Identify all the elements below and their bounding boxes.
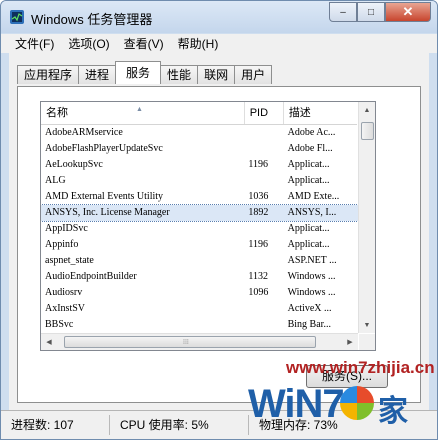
- table-row[interactable]: AeLookupSvc 1196 Applicat...: [41, 157, 358, 173]
- cell-pid: [244, 317, 283, 333]
- scroll-down-icon[interactable]: ▼: [359, 317, 375, 333]
- cell-name: Audiosrv: [45, 287, 83, 298]
- vertical-scroll-thumb[interactable]: [361, 122, 374, 140]
- title-bar[interactable]: Windows 任务管理器 – □ ✕: [1, 1, 437, 33]
- list-header: ▲ 名称 PID 描述: [41, 102, 357, 125]
- task-manager-window: Windows 任务管理器 – □ ✕ 文件(F) 选项(O) 查看(V) 帮助…: [0, 0, 438, 440]
- services-button[interactable]: 服务(S)...: [306, 365, 388, 388]
- cell-pid: 1132: [248, 271, 269, 282]
- minimize-button[interactable]: –: [329, 2, 357, 22]
- table-row[interactable]: ANSYS, Inc. License Manager 1892 ANSYS, I.…: [41, 204, 359, 222]
- scroll-up-icon[interactable]: ▲: [359, 102, 375, 118]
- cell-description: Bing Bar...: [287, 319, 331, 330]
- window-title: Windows 任务管理器: [31, 12, 153, 27]
- menu-view[interactable]: 查看(V): [124, 35, 164, 52]
- tab-performance[interactable]: 性能: [160, 65, 199, 84]
- cell-name: ALG: [45, 175, 66, 186]
- task-manager-icon: [10, 10, 24, 24]
- cell-pid: [244, 125, 283, 141]
- table-row[interactable]: AxInstSV ActiveX ...: [41, 301, 358, 317]
- table-row[interactable]: aspnet_state ASP.NET ...: [41, 253, 358, 269]
- sort-ascending-icon: ▲: [136, 106, 143, 113]
- minimize-icon: –: [340, 6, 346, 18]
- cell-description: Applicat...: [287, 159, 330, 170]
- status-memory: 物理内存: 73%: [259, 418, 338, 432]
- service-rows: AdobeARMservice Adobe Ac... AdobeFlashPlay…: [41, 125, 359, 349]
- menu-help[interactable]: 帮助(H): [178, 35, 219, 52]
- scroll-left-icon[interactable]: ◀: [41, 334, 57, 350]
- cell-pid: 1096: [248, 287, 269, 298]
- status-processes: 进程数: 107: [1, 415, 110, 435]
- horizontal-scroll-thumb[interactable]: ⁞⁞⁞: [64, 336, 316, 348]
- scroll-right-icon[interactable]: ▶: [342, 334, 358, 350]
- column-header-name[interactable]: ▲ 名称: [41, 102, 245, 124]
- scroll-corner: [359, 334, 375, 350]
- cell-name: AxInstSV: [45, 303, 86, 314]
- cell-name: AppIDSvc: [45, 223, 88, 234]
- menu-bar: 文件(F) 选项(O) 查看(V) 帮助(H): [1, 34, 437, 53]
- services-panel: ▲ 名称 PID 描述 AdobeARMservice Adobe Ac... Ad…: [17, 86, 421, 403]
- cell-name: AdobeARMservice: [45, 127, 123, 138]
- horizontal-scrollbar[interactable]: ◀ ⁞⁞⁞ ▶: [41, 333, 358, 350]
- cell-description: Applicat...: [287, 223, 330, 234]
- tab-processes[interactable]: 进程: [78, 65, 117, 84]
- cell-description: Applicat...: [287, 175, 330, 186]
- cell-description: Adobe Ac...: [287, 127, 336, 138]
- menu-file[interactable]: 文件(F): [15, 35, 54, 52]
- cell-pid: 1196: [248, 239, 269, 250]
- table-row[interactable]: Appinfo 1196 Applicat...: [41, 237, 358, 253]
- cell-description: Adobe Fl...: [287, 143, 333, 154]
- cell-description: AMD Exte...: [287, 191, 340, 202]
- column-header-description[interactable]: 描述: [284, 102, 357, 124]
- cell-pid: 1892: [248, 207, 269, 218]
- cell-pid: [244, 141, 283, 157]
- tab-applications[interactable]: 应用程序: [17, 65, 80, 84]
- table-row[interactable]: ALG Applicat...: [41, 173, 358, 189]
- main-area: 应用程序 进程 服务 性能 联网 用户 ▲ 名称 PID 描述 AdobeARM…: [9, 53, 429, 411]
- table-row[interactable]: AppIDSvc Applicat...: [41, 221, 358, 237]
- cell-pid: [244, 301, 283, 317]
- cell-name: BBSvc: [45, 319, 74, 330]
- tab-services[interactable]: 服务: [115, 61, 162, 84]
- cell-pid: 1036: [248, 191, 269, 202]
- table-row[interactable]: AdobeARMservice Adobe Ac...: [41, 125, 358, 141]
- cell-pid: [244, 253, 283, 269]
- close-button[interactable]: ✕: [385, 2, 431, 22]
- menu-options[interactable]: 选项(O): [68, 35, 109, 52]
- cell-pid: [244, 221, 283, 237]
- services-list[interactable]: ▲ 名称 PID 描述 AdobeARMservice Adobe Ac... Ad…: [40, 101, 376, 351]
- cell-name: aspnet_state: [45, 255, 94, 266]
- cell-name: ANSYS, Inc. License Manager: [45, 207, 170, 218]
- table-row[interactable]: BBSvc Bing Bar...: [41, 317, 358, 333]
- cell-name: AeLookupSvc: [45, 159, 103, 170]
- tab-strip: 应用程序 进程 服务 性能 联网 用户: [17, 61, 273, 84]
- status-cpu: CPU 使用率: 5%: [110, 415, 249, 435]
- tab-users[interactable]: 用户: [234, 65, 273, 84]
- maximize-button[interactable]: □: [357, 2, 385, 22]
- tab-networking[interactable]: 联网: [197, 65, 236, 84]
- status-bar: 进程数: 107 CPU 使用率: 5% 物理内存: 73%: [1, 410, 437, 439]
- cell-name: AdobeFlashPlayerUpdateSvc: [45, 143, 163, 154]
- cell-description: ANSYS, I...: [287, 207, 337, 218]
- cell-pid: [244, 173, 283, 189]
- cell-name: AMD External Events Utility: [45, 191, 164, 202]
- vertical-scrollbar[interactable]: ▲ ▼: [358, 102, 375, 333]
- cell-name: Appinfo: [45, 239, 79, 250]
- cell-description: ActiveX ...: [287, 303, 332, 314]
- scroll-grip-icon: ⁞⁞⁞: [183, 338, 189, 346]
- column-header-pid[interactable]: PID: [245, 102, 284, 124]
- table-row[interactable]: AdobeFlashPlayerUpdateSvc Adobe Fl...: [41, 141, 358, 157]
- table-row[interactable]: Audiosrv 1096 Windows ...: [41, 285, 358, 301]
- cell-description: Windows ...: [287, 271, 336, 282]
- cell-name: AudioEndpointBuilder: [45, 271, 137, 282]
- table-row[interactable]: AudioEndpointBuilder 1132 Windows ...: [41, 269, 358, 285]
- cell-description: Windows ...: [287, 287, 336, 298]
- table-row[interactable]: AMD External Events Utility 1036 AMD Exte.…: [41, 189, 358, 205]
- cell-description: Applicat...: [287, 239, 330, 250]
- cell-description: ASP.NET ...: [287, 255, 337, 266]
- cell-pid: 1196: [248, 159, 269, 170]
- maximize-icon: □: [367, 6, 375, 18]
- close-icon: ✕: [402, 4, 414, 19]
